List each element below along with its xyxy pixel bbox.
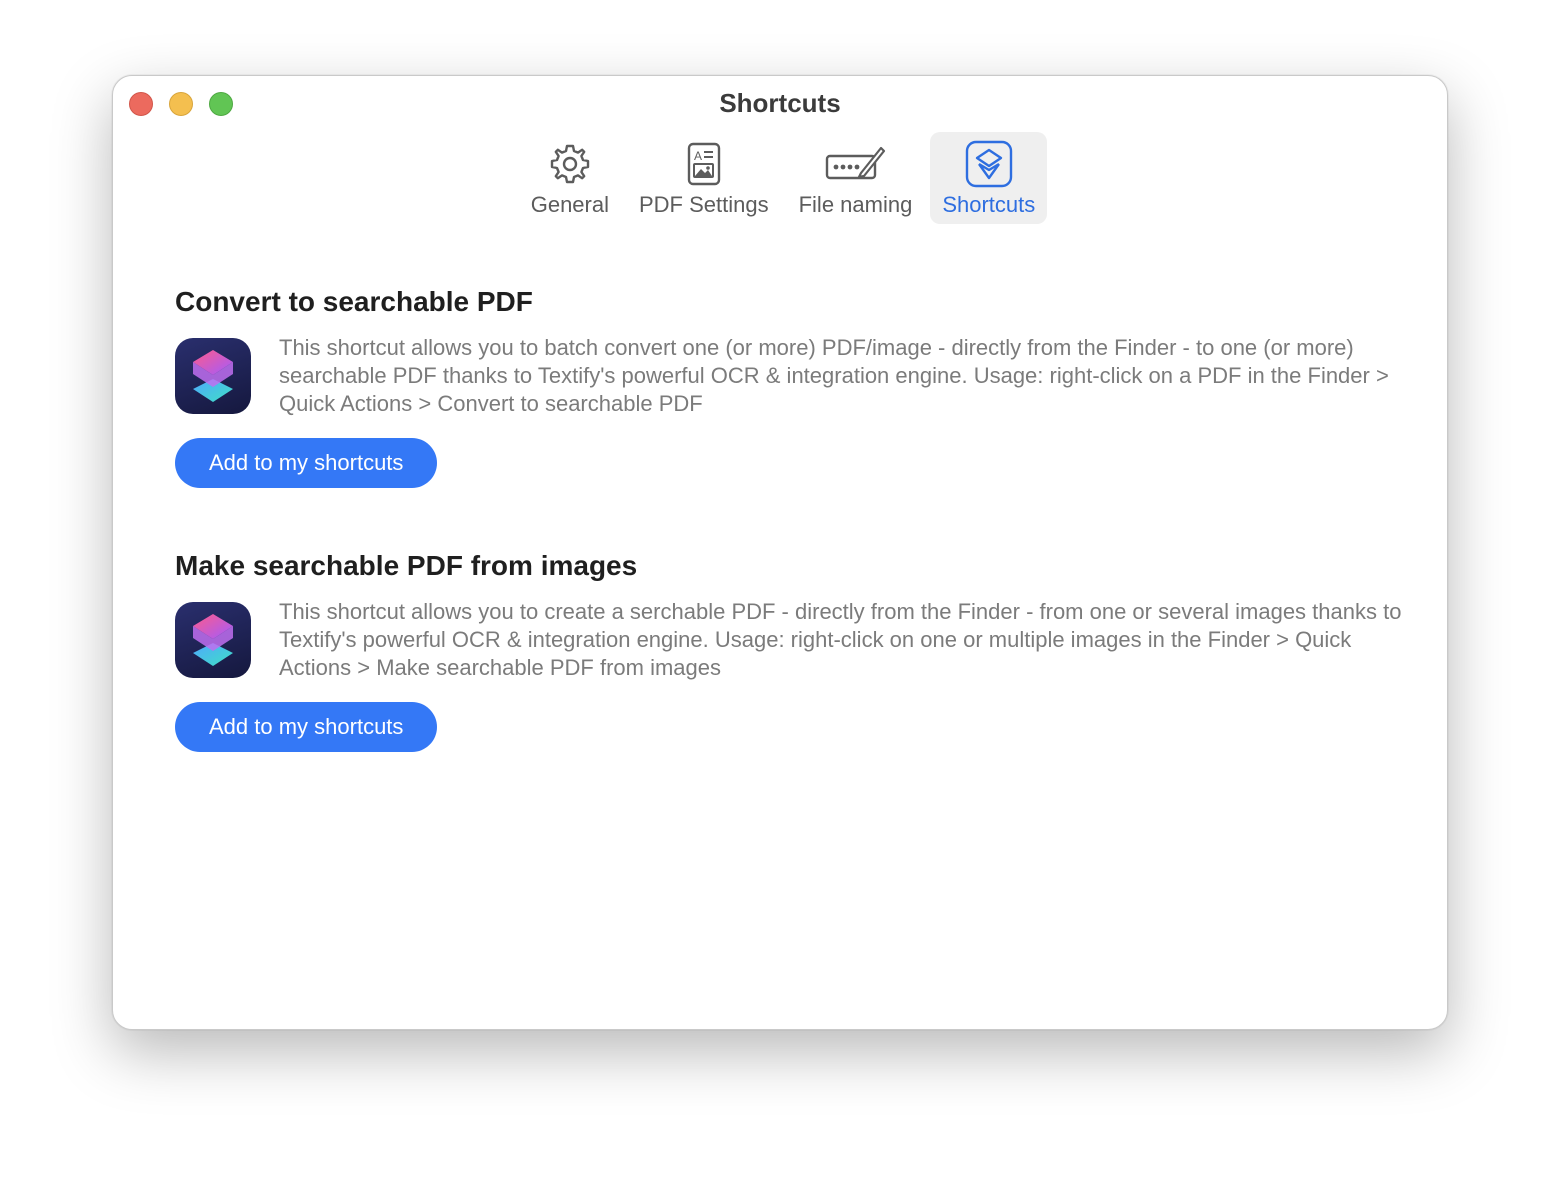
shortcut-title: Make searchable PDF from images [175,550,638,581]
document-icon: A [687,142,720,186]
tab-label: PDF Settings [639,192,769,217]
shortcuts-app-icon [175,602,251,678]
add-to-shortcuts-button[interactable]: Add to my shortcuts [175,702,438,752]
shortcuts-icon [965,140,1012,188]
shortcuts-app-icon [175,338,251,414]
preferences-toolbar: General A PDF Settings File naming Short… [113,132,1447,224]
tab-pdf-settings[interactable]: A PDF Settings [627,132,781,224]
rename-icon [826,146,886,180]
window-title: Shortcuts [719,88,841,118]
shortcut-make-pdf-from-images: Make searchable PDF from images This sho… [175,550,1407,752]
shortcut-description: This shortcut allows you to batch conver… [279,335,1389,416]
gear-icon [550,144,590,184]
shortcuts-pane: Convert to searchable PDF This shortcut … [175,286,1407,814]
tab-shortcuts[interactable]: Shortcuts [930,132,1048,224]
tab-label: General [530,192,609,217]
tab-file-naming[interactable]: File naming [787,132,925,224]
shortcut-convert-searchable-pdf: Convert to searchable PDF This shortcut … [175,286,1407,488]
svg-text:A: A [694,149,702,163]
tab-label: File naming [798,192,913,217]
tab-general[interactable]: General [519,132,621,224]
add-to-shortcuts-button[interactable]: Add to my shortcuts [175,438,438,488]
shortcut-title: Convert to searchable PDF [175,286,533,317]
shortcut-description: This shortcut allows you to create a ser… [279,599,1402,680]
tab-label: Shortcuts [942,192,1036,217]
preferences-window: Shortcuts General A PDF Settings File na… [112,75,1448,1030]
